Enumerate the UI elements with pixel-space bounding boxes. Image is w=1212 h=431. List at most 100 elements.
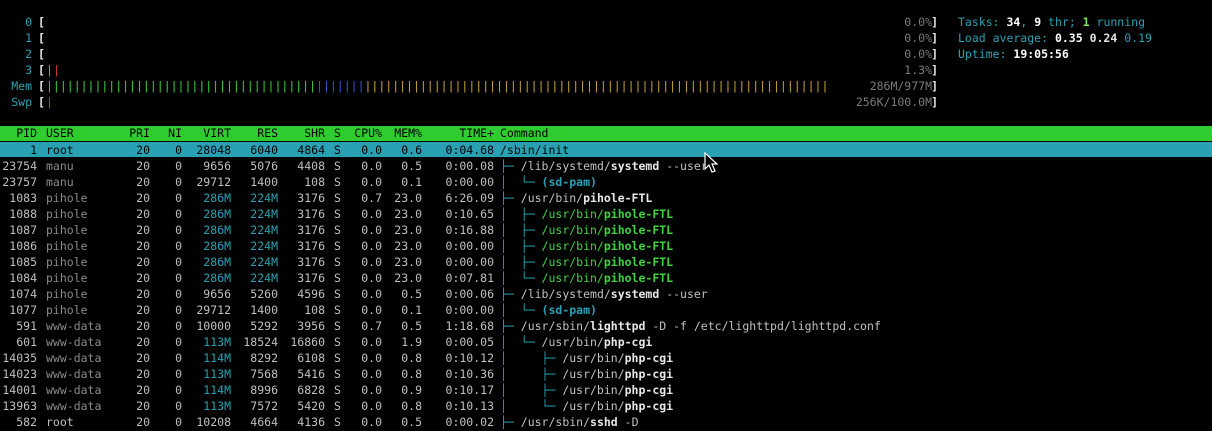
col-res[interactable]: RES <box>234 125 278 141</box>
pid-cell: 1085 <box>9 255 37 269</box>
time-cell: 0:07.81 <box>445 271 494 285</box>
process-row[interactable]: 601 www-data 20 0 113M 18524 16860 S 0.0 1.9 0:00.… <box>0 334 1212 350</box>
shr-cell: 3176 <box>297 255 325 269</box>
col-command[interactable]: Command <box>500 125 1200 141</box>
mem-cell: 23.0 <box>394 255 422 269</box>
user-cell: root <box>46 415 74 429</box>
cpu-cell: 0.0 <box>361 207 382 221</box>
ni-cell: 0 <box>175 191 182 205</box>
process-row[interactable]: 14001 www-data 20 0 114M 8996 6828 S 0.0 0.9 0:10.… <box>0 382 1212 398</box>
virt-cell: 113M <box>203 335 231 349</box>
virt-cell: 113M <box>203 399 231 413</box>
user-cell: www-data <box>46 399 102 413</box>
res-cell: 7572 <box>250 399 278 413</box>
ni-cell: 0 <box>175 239 182 253</box>
ni-cell: 0 <box>175 143 182 157</box>
res-cell: 224M <box>250 207 278 221</box>
tree-branch: │ └─ <box>500 335 542 349</box>
command-path: /usr/bin/ <box>541 335 604 349</box>
mem-cell: 0.1 <box>401 175 422 189</box>
ni-cell: 0 <box>175 383 182 397</box>
virt-cell: 286M <box>203 239 231 253</box>
time-cell: 0:10.12 <box>445 351 494 365</box>
cpu-cell: 0.0 <box>361 383 382 397</box>
process-row[interactable]: 1084 pihole 20 0 286M 224M 3176 S 0.0 23.0 0:07.81… <box>0 270 1212 286</box>
col-ni[interactable]: NI <box>152 125 182 141</box>
mem-cell: 0.8 <box>401 399 422 413</box>
user-cell: pihole <box>46 191 88 205</box>
command-cell: │ └─ (sd-pam) <box>500 302 1200 318</box>
pri-cell: 20 <box>136 415 150 429</box>
process-row[interactable]: 1087 pihole 20 0 286M 224M 3176 S 0.0 23.0 0:16.88… <box>0 222 1212 238</box>
time-cell: 0:04.68 <box>445 143 494 157</box>
process-row[interactable]: 1074 pihole 20 0 9656 5260 4596 S 0.0 0.5 0:00.06 ├… <box>0 286 1212 302</box>
pid-cell: 1088 <box>9 207 37 221</box>
state-cell: S <box>334 239 341 253</box>
virt-cell: 286M <box>203 271 231 285</box>
col-pid[interactable]: PID <box>0 125 37 141</box>
command-binary: pihole-FTL <box>603 223 674 237</box>
mem-cell: 1.9 <box>401 335 422 349</box>
mem-cell: 0.6 <box>401 143 422 157</box>
shr-cell: 3176 <box>297 207 325 221</box>
mem-label: Mem <box>11 79 32 93</box>
tree-branch: │ ├─ <box>500 223 542 237</box>
col-pri[interactable]: PRI <box>120 125 150 141</box>
command-path: /usr/bin/ <box>541 255 604 269</box>
process-row[interactable]: 1083 pihole 20 0 286M 224M 3176 S 0.7 23.0 6:26.09… <box>0 190 1212 206</box>
col-time[interactable]: TIME+ <box>424 125 494 141</box>
tree-branch: ├─ <box>500 319 521 333</box>
command-args: -D <box>617 415 639 429</box>
res-cell: 224M <box>250 191 278 205</box>
mem-cell: 23.0 <box>394 207 422 221</box>
process-row[interactable]: 1085 pihole 20 0 286M 224M 3176 S 0.0 23.0 0:00.00… <box>0 254 1212 270</box>
process-table-header[interactable]: PID USER PRI NI VIRT RES SHR S CPU% MEM%… <box>0 126 1212 141</box>
virt-cell: 113M <box>203 367 231 381</box>
process-row[interactable]: 23754 manu 20 0 9656 5076 4408 S 0.0 0.5 0:00.08 ├─… <box>0 158 1212 174</box>
time-cell: 1:18.68 <box>445 319 494 333</box>
state-cell: S <box>334 287 341 301</box>
cpu-value: 0.0% <box>904 15 932 29</box>
command-binary: (sd-pam) <box>541 175 597 189</box>
res-cell: 18524 <box>243 335 278 349</box>
cpu-cell: 0.0 <box>361 223 382 237</box>
col-shr[interactable]: SHR <box>280 125 325 141</box>
cpu-cell: 0.0 <box>361 399 382 413</box>
mem-cell: 0.5 <box>401 319 422 333</box>
process-row[interactable]: 13963 www-data 20 0 113M 7572 5420 S 0.0 0.8 0:10.… <box>0 398 1212 414</box>
process-row[interactable]: 1 root 20 0 28048 6040 4864 S 0.0 0.6 0:04.68/sbin… <box>0 142 1212 157</box>
state-cell: S <box>334 223 341 237</box>
process-row[interactable]: 14023 www-data 20 0 113M 7568 5416 S 0.0 0.8 0:10.… <box>0 366 1212 382</box>
tree-branch: ├─ <box>500 159 521 173</box>
command-path: /usr/bin/ <box>541 271 604 285</box>
col-user[interactable]: USER <box>46 125 126 141</box>
command-cell: │ ├─ /usr/bin/php-cgi <box>500 366 1200 382</box>
ni-cell: 0 <box>175 255 182 269</box>
pri-cell: 20 <box>136 255 150 269</box>
state-cell: S <box>334 255 341 269</box>
process-row[interactable]: 582 root 20 0 10208 4664 4136 S 0.0 0.5 0:00.02 ├─ … <box>0 414 1212 430</box>
command-binary: pihole-FTL <box>603 207 674 221</box>
command-cell: │ ├─ /usr/bin/pihole-FTL <box>500 222 1200 238</box>
process-row[interactable]: 23757 manu 20 0 29712 1400 108 S 0.0 0.1 0:00.00 │ … <box>0 174 1212 190</box>
time-cell: 0:00.00 <box>445 303 494 317</box>
pid-cell: 1087 <box>9 223 37 237</box>
col-virt[interactable]: VIRT <box>184 125 231 141</box>
col-mem[interactable]: MEM% <box>386 125 422 141</box>
pid-cell: 591 <box>16 319 37 333</box>
shr-cell: 3176 <box>297 271 325 285</box>
user-cell: pihole <box>46 255 88 269</box>
command-binary: pihole-FTL <box>603 255 674 269</box>
col-state[interactable]: S <box>334 125 346 141</box>
process-row[interactable]: 1077 pihole 20 0 29712 1400 108 S 0.0 0.1 0:00.00 │… <box>0 302 1212 318</box>
user-cell: www-data <box>46 367 102 381</box>
time-cell: 6:26.09 <box>445 191 494 205</box>
pid-cell: 1083 <box>9 191 37 205</box>
process-row[interactable]: 1088 pihole 20 0 286M 224M 3176 S 0.0 23.0 0:10.65… <box>0 206 1212 222</box>
tree-branch: │ └─ <box>500 399 563 413</box>
time-cell: 0:00.08 <box>445 159 494 173</box>
process-row[interactable]: 591 www-data 20 0 10000 5292 3956 S 0.7 0.5 1:18.6… <box>0 318 1212 334</box>
process-row[interactable]: 1086 pihole 20 0 286M 224M 3176 S 0.0 23.0 0:00.00… <box>0 238 1212 254</box>
col-cpu[interactable]: CPU% <box>348 125 382 141</box>
process-row[interactable]: 14035 www-data 20 0 114M 8292 6108 S 0.0 0.8 0:10.… <box>0 350 1212 366</box>
